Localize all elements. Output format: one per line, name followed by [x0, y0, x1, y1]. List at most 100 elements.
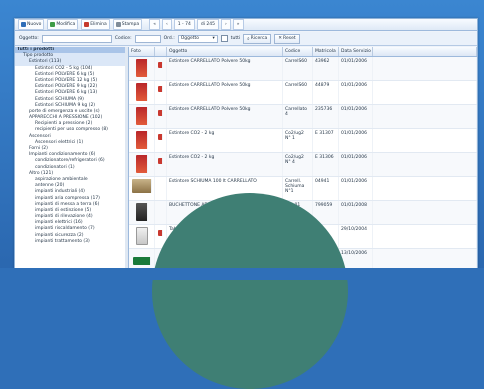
row-code: Co2/ug2 N° 1 — [283, 129, 313, 152]
photo-cell — [129, 57, 155, 80]
product-photo[interactable] — [135, 59, 148, 77]
chevron-down-icon: ▾ — [212, 36, 215, 41]
reset-button[interactable]: ✕ Reset — [274, 33, 300, 44]
photo-cell — [129, 129, 155, 152]
search-icon: ⌕ — [247, 36, 250, 42]
doc-cell — [155, 129, 167, 152]
pdf-icon[interactable] — [158, 62, 163, 68]
row-date: 01/01/2006 — [339, 177, 373, 200]
next-page-button[interactable]: › — [220, 19, 231, 30]
table-row[interactable]: Estintore CARRELLATO Polvere 50kg CarrelS… — [129, 57, 477, 81]
product-photo[interactable] — [135, 107, 148, 125]
delete-icon — [84, 22, 90, 27]
row-serial: E 31306 — [313, 153, 339, 176]
table-row[interactable]: Estintore CO2 - 2 kg Co2/ug2 N° 1E 31307 0… — [129, 129, 477, 153]
product-photo[interactable] — [135, 131, 148, 149]
column-header-extra[interactable] — [373, 47, 477, 56]
product-photo[interactable] — [135, 227, 148, 245]
print-button[interactable]: Stampa — [112, 19, 143, 30]
bottom-band — [0, 268, 484, 280]
column-header-code[interactable]: Codice — [283, 47, 313, 56]
sidebar-scrollbar[interactable] — [125, 47, 128, 274]
table-row[interactable]: Estintore SCHIUMA 100 lt CARRELLATO Carre… — [129, 177, 477, 201]
row-object: Estintore CARRELLATO Polvere 50kg — [167, 81, 283, 104]
category-tree: Tutti i prodotti Tipo prodotto Estintori … — [15, 47, 129, 274]
row-serial: 44879 — [313, 81, 339, 104]
photo-cell — [129, 177, 155, 200]
doc-cell — [155, 81, 167, 104]
row-code: CarrelS60 — [283, 81, 313, 104]
product-photo[interactable] — [135, 83, 148, 101]
product-photo[interactable] — [135, 155, 148, 173]
photo-cell — [129, 81, 155, 104]
row-code: Co2/ug2 N° 4 — [283, 153, 313, 176]
column-header-doc[interactable] — [155, 47, 167, 56]
decorative-circle — [152, 193, 348, 389]
row-extra — [373, 105, 477, 128]
column-header-object[interactable]: Oggetto — [167, 47, 283, 56]
row-extra — [373, 225, 477, 248]
row-extra — [373, 57, 477, 80]
order-label: Ord.: — [163, 36, 175, 41]
column-header-photo[interactable]: Foto — [129, 47, 155, 56]
pager-of: di 245 — [196, 19, 219, 30]
pdf-icon[interactable] — [158, 134, 163, 140]
table-row[interactable]: Estintore CARRELLATO Polvere 50kg CarrelS… — [129, 81, 477, 105]
row-serial: 04941 — [313, 177, 339, 200]
reset-icon: ✕ — [278, 36, 283, 41]
prev-page-button[interactable]: ‹ — [161, 19, 172, 30]
doc-cell — [155, 177, 167, 200]
toolbar: Nuovo Modifica Elimina Stampa « ‹ 1 - 74… — [15, 19, 477, 31]
row-date: 01/01/2006 — [339, 81, 373, 104]
pdf-icon[interactable] — [158, 110, 163, 116]
table-row[interactable]: Estintore CO2 - 2 kg Co2/ug2 N° 4E 31306 0… — [129, 153, 477, 177]
row-code: Carrell. Schiuma N°1 — [283, 177, 313, 200]
row-object: Estintore CO2 - 2 kg — [167, 153, 283, 176]
row-date: 01/01/2006 — [339, 129, 373, 152]
column-header-date[interactable]: Data Servizio — [339, 47, 373, 56]
photo-cell — [129, 225, 155, 248]
row-extra — [373, 177, 477, 200]
search-button[interactable]: ⌕ Ricerca — [243, 33, 272, 44]
print-icon — [115, 22, 121, 27]
row-date: 01/01/2008 — [339, 201, 373, 224]
edit-button[interactable]: Modifica — [47, 19, 79, 30]
product-photo[interactable] — [132, 257, 151, 265]
grid-header: Foto Oggetto Codice Matricola Data Servi… — [129, 47, 477, 57]
tree-item[interactable]: impianti trattamento (3) — [15, 239, 128, 245]
product-photo[interactable] — [135, 203, 148, 221]
row-serial: E 31307 — [313, 129, 339, 152]
last-page-button[interactable]: » — [232, 19, 244, 30]
edit-icon — [50, 22, 56, 27]
pager: « ‹ 1 - 74 di 245 › » — [149, 19, 244, 30]
new-button[interactable]: Nuovo — [18, 19, 45, 30]
row-code: CarrelS60 — [283, 57, 313, 80]
pdf-icon[interactable] — [158, 86, 163, 92]
table-row[interactable]: Estintore CARRELLATO Polvere 50kg Carrell… — [129, 105, 477, 129]
code-input[interactable] — [134, 34, 161, 43]
pdf-icon[interactable] — [158, 158, 163, 164]
row-serial: 235736 — [313, 105, 339, 128]
row-object: Estintore CARRELLATO Polvere 50kg — [167, 57, 283, 80]
product-photo[interactable] — [131, 179, 152, 193]
photo-cell — [129, 201, 155, 224]
pdf-icon[interactable] — [158, 230, 163, 236]
pager-range: 1 - 74 — [173, 19, 195, 30]
search-label: Oggetto: — [19, 36, 39, 41]
photo-cell — [129, 105, 155, 128]
row-date: 01/01/2006 — [339, 153, 373, 176]
order-select[interactable]: Oggetto ▾ — [177, 34, 218, 43]
row-date: 01/01/2006 — [339, 105, 373, 128]
all-checkbox[interactable] — [220, 35, 228, 42]
delete-button[interactable]: Elimina — [81, 19, 110, 30]
row-extra — [373, 201, 477, 224]
row-serial: 43962 — [313, 57, 339, 80]
row-extra — [373, 153, 477, 176]
column-header-serial[interactable]: Matricola — [313, 47, 339, 56]
search-input[interactable] — [41, 34, 112, 43]
doc-cell — [155, 105, 167, 128]
row-code: Carrellato 4 — [283, 105, 313, 128]
doc-cell — [155, 57, 167, 80]
row-extra — [373, 81, 477, 104]
first-page-button[interactable]: « — [149, 19, 160, 30]
